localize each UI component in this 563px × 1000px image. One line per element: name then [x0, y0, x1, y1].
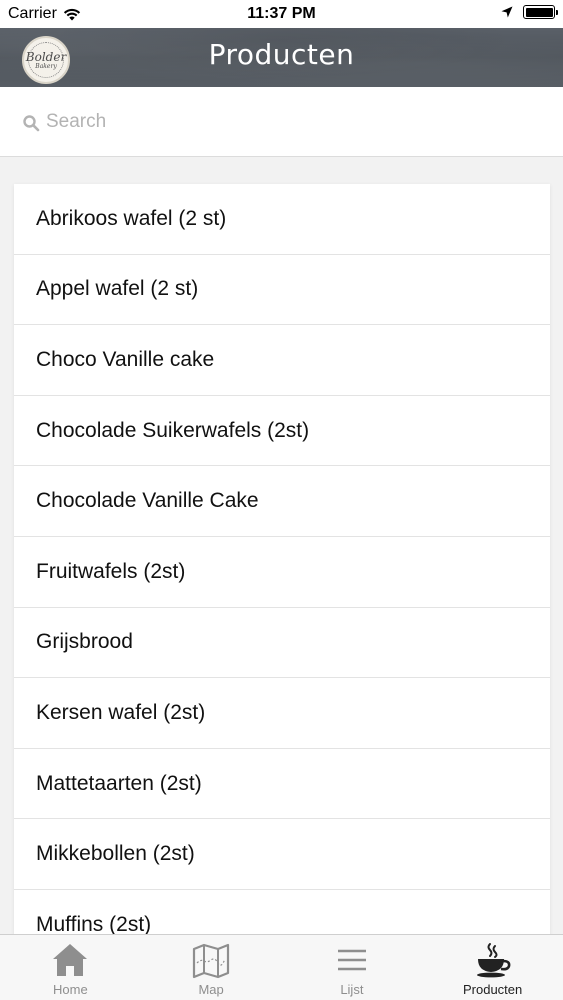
list-item[interactable]: Grijsbrood [14, 608, 550, 679]
list-item[interactable]: Chocolade Vanille Cake [14, 466, 550, 537]
list-item-label: Appel wafel (2 st) [36, 277, 199, 301]
status-time: 11:37 PM [247, 5, 316, 22]
search-bar [0, 87, 563, 157]
coffee-cup-icon [476, 943, 511, 978]
list-item[interactable]: Fruitwafels (2st) [14, 537, 550, 608]
list-item-label: Mattetaarten (2st) [36, 771, 202, 795]
list-item[interactable]: Kersen wafel (2st) [14, 678, 550, 749]
list-item[interactable]: Abrikoos wafel (2 st) [14, 184, 550, 255]
list-item-label: Chocolade Vanille Cake [36, 489, 259, 513]
screen: Carrier 11:37 PM Bolder Bakery Producten [0, 0, 563, 1000]
tab-producten-label: Producten [462, 982, 523, 997]
page-title: Producten [208, 38, 355, 71]
search-input[interactable] [46, 107, 526, 137]
list-item-label: Abrikoos wafel (2 st) [36, 206, 227, 230]
tab-producten[interactable]: Producten [422, 935, 563, 1000]
list-item-label: Fruitwafels (2st) [36, 559, 186, 583]
map-icon [193, 943, 230, 979]
navigation-bar: Bolder Bakery Producten [0, 28, 563, 87]
list-item[interactable]: Chocolade Suikerwafels (2st) [14, 396, 550, 467]
location-arrow-icon [501, 6, 513, 18]
list-item[interactable]: Appel wafel (2 st) [14, 255, 550, 326]
tab-home[interactable]: Home [0, 935, 141, 1000]
status-bar: Carrier 11:37 PM [0, 0, 563, 28]
product-list: Abrikoos wafel (2 st) Appel wafel (2 st) C… [14, 184, 550, 961]
list-item-label: Kersen wafel (2st) [36, 700, 206, 724]
home-icon [53, 944, 88, 976]
list-item-label: Choco Vanille cake [36, 347, 215, 371]
tab-home-label: Home [53, 982, 88, 997]
list-item-label: Grijsbrood [36, 630, 133, 654]
tab-map-label: Map [198, 982, 224, 997]
tab-map[interactable]: Map [141, 935, 282, 1000]
list-item-label: Mikkebollen (2st) [36, 842, 195, 866]
tab-lijst[interactable]: Lijst [282, 935, 423, 1000]
tab-lijst-label: Lijst [340, 982, 364, 997]
tab-bar: Home Map Lijst Producten [0, 934, 563, 1000]
status-right-group [501, 5, 558, 19]
list-item[interactable]: Mattetaarten (2st) [14, 749, 550, 820]
search-icon [23, 115, 40, 132]
list-item[interactable]: Mikkebollen (2st) [14, 819, 550, 890]
battery-icon [523, 5, 558, 19]
list-icon [337, 949, 366, 971]
list-item[interactable]: Choco Vanille cake [14, 325, 550, 396]
list-item-label: Chocolade Suikerwafels (2st) [36, 418, 310, 442]
